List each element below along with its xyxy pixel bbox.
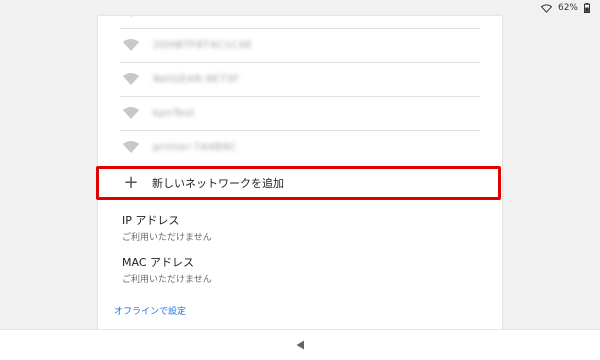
wifi-icon (122, 73, 140, 85)
wifi-icon (122, 107, 140, 119)
ip-address-value: ご利用いただけません (122, 233, 212, 243)
add-network-button[interactable]: + 新しいネットワークを追加 (98, 166, 502, 200)
battery-percent: 62% (557, 3, 578, 13)
add-network-label: 新しいネットワークを追加 (152, 177, 284, 190)
mac-address-value: ご利用いただけません (122, 275, 212, 285)
network-ssid: 2DHBTF8T4C1C4E (153, 39, 253, 51)
offline-setup-link[interactable]: オフラインで設定 (114, 304, 186, 317)
wifi-icon (540, 3, 552, 13)
network-ssid: printer-7A4B9C (153, 141, 237, 153)
navigation-bar (0, 329, 600, 360)
plus-icon: + (123, 172, 139, 193)
wifi-icon (122, 141, 140, 153)
ip-address-item: IP アドレス ご利用いただけません (122, 212, 212, 243)
network-item[interactable]: 2DHBTF8T4C1C4E (120, 28, 480, 63)
ip-address-title: IP アドレス (122, 214, 180, 227)
network-ssid: NetGEAR-9E73F (153, 73, 240, 85)
wifi-settings-panel: 2DHBTF8T4C1C4E NetGEAR-9E73F kpnTest pri… (98, 16, 502, 330)
wifi-icon (122, 39, 140, 51)
battery-icon (584, 3, 590, 13)
status-bar: 62% (0, 0, 600, 16)
wifi-icon (130, 16, 132, 17)
network-item[interactable]: kpnTest (120, 96, 480, 131)
back-icon (296, 340, 304, 350)
back-button[interactable] (290, 335, 310, 355)
network-item[interactable]: printer-7A4B9C (120, 130, 480, 164)
mac-address-title: MAC アドレス (122, 256, 194, 269)
mac-address-item: MAC アドレス ご利用いただけません (122, 254, 212, 285)
network-ssid: kpnTest (153, 107, 195, 119)
network-item[interactable]: NetGEAR-9E73F (120, 62, 480, 97)
